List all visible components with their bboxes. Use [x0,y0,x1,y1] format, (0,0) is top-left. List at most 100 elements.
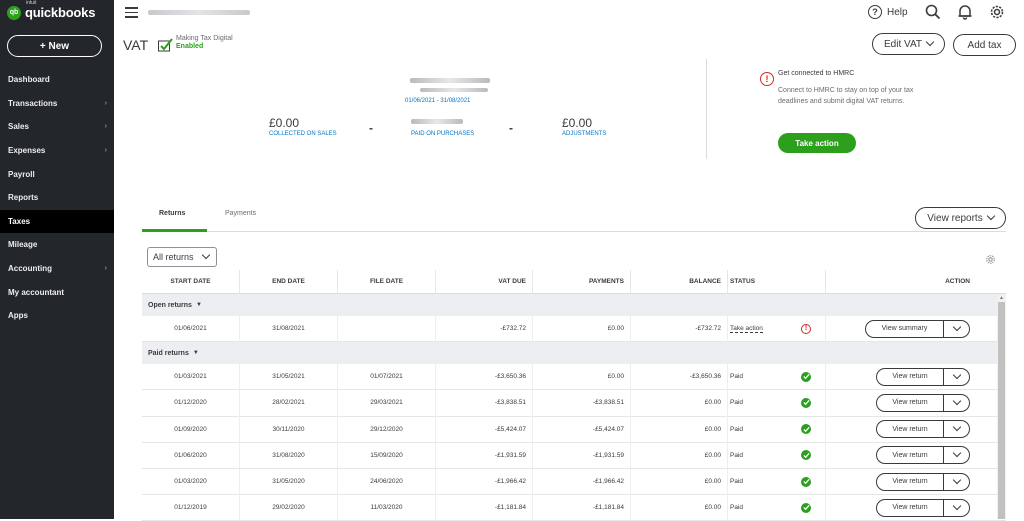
end-date-cell: 31/05/2020 [240,468,338,495]
vat-due-cell: -£1,966.42 [436,468,533,495]
end-date-cell: 31/08/2020 [240,442,338,469]
action-dropdown-button[interactable] [944,498,970,517]
view-return-button[interactable]: View return [876,446,944,465]
status-cell: Paid [728,442,826,469]
chevron-down-icon [925,37,935,47]
scrollbar-thumb[interactable] [998,302,1005,519]
sidebar-item-reports[interactable]: Reports [0,186,114,210]
paid-returns-label: Paid returns [148,349,189,357]
sidebar-item-sales[interactable]: Sales › [0,115,114,139]
header-balance[interactable]: BALANCE [631,269,728,294]
open-returns-rows: 01/06/2021 31/08/2021 -£732.72 £0.00 -£732.7… [142,315,1006,343]
warning-icon: ! [801,323,811,334]
table-row: 01/12/2019 29/02/2020 11/03/2020 -£1,181.84… [142,494,1006,521]
collected-label[interactable]: COLLECTED ON SALES [269,131,337,137]
hmrc-body: Connect to HMRC to stay on top of your t… [778,87,914,105]
scroll-up-icon[interactable]: ▲ [999,295,1004,301]
end-date-cell: 29/02/2020 [240,494,338,521]
action-cell: View return [826,469,996,495]
paid-returns-rows: 01/03/2021 31/05/2021 01/07/2021 -£3,650.36… [142,363,1006,521]
view-summary-button[interactable]: View summary [865,319,944,338]
sidebar-item-accounting[interactable]: Accounting › [0,257,114,281]
view-reports-button[interactable]: View reports [915,207,1006,229]
balance-cell: £0.00 [631,416,728,443]
vat-due-cell: -£5,424.07 [436,416,533,443]
action-dropdown-button[interactable] [944,319,970,338]
view-return-button[interactable]: View return [876,498,944,517]
header-payments[interactable]: PAYMENTS [533,269,631,294]
help-icon: ? [868,5,882,19]
returns-filter-select[interactable]: All returns [147,247,217,267]
open-returns-group[interactable]: Open returns ▼ [142,294,1006,316]
search-icon[interactable] [925,4,941,20]
table-row: 01/03/2021 31/05/2021 01/07/2021 -£3,650.36… [142,363,1006,391]
action-dropdown-button[interactable] [944,420,970,439]
file-date-cell [338,315,436,342]
sidebar-item-label: Payroll [8,169,35,179]
action-dropdown-button[interactable] [944,472,970,491]
status-cell: Paid [728,416,826,443]
chevron-down-icon [952,501,961,510]
payments-cell: £0.00 [533,315,631,342]
take-action-link[interactable]: Take action [730,325,763,333]
take-action-button[interactable]: Take action [778,133,856,153]
table-settings-gear-icon[interactable] [985,254,996,265]
bell-icon[interactable] [957,4,973,20]
balance-cell: -£732.72 [631,315,728,342]
view-return-button[interactable]: View return [876,472,944,491]
sidebar-item-dashboard[interactable]: Dashboard [0,68,114,92]
check-circle-icon [801,371,811,382]
view-return-button[interactable]: View return [876,367,944,386]
caret-down-icon: ▼ [195,302,202,308]
header-end-date[interactable]: END DATE [240,269,338,294]
sidebar-item-expenses[interactable]: Expenses › [0,139,114,163]
sidebar-item-taxes[interactable]: Taxes [0,209,114,234]
tab-payments[interactable]: Payments [225,210,256,217]
sidebar-item-apps[interactable]: Apps [0,304,114,328]
chevron-down-icon [952,396,961,406]
view-return-button[interactable]: View return [876,420,944,439]
payments-cell: -£1,931.59 [533,442,631,469]
vat-due-cell: -£1,181.84 [436,494,533,521]
table-scrollbar[interactable]: ▲ [997,294,1006,519]
vat-due-cell: -£3,650.36 [436,363,533,390]
paid-returns-group[interactable]: Paid returns ▼ [142,342,1006,365]
help-button[interactable]: ? Help [868,5,908,19]
vat-period[interactable]: 01/06/2021 - 31/08/2021 [405,98,470,104]
header-vat-due[interactable]: VAT DUE [436,269,533,294]
check-circle-icon [801,476,811,487]
action-dropdown-button[interactable] [944,367,970,386]
status-label: Paid [730,399,744,407]
sidebar-item-label: Apps [8,311,28,321]
minus-operator: - [509,121,513,135]
header-status[interactable]: STATUS [728,269,826,294]
sidebar-item-my-accountant[interactable]: My accountant [0,280,114,304]
header-start-date[interactable]: START DATE [142,269,240,294]
new-button[interactable]: + New [7,35,102,57]
edit-vat-button[interactable]: Edit VAT [872,33,945,55]
header-file-date[interactable]: FILE DATE [338,269,436,294]
tab-divider [142,231,1006,232]
gear-icon[interactable] [989,4,1005,20]
add-tax-button[interactable]: Add tax [953,34,1016,56]
top-bar: ? Help [114,0,1024,30]
status-cell: Paid [728,389,826,416]
sidebar-item-mileage[interactable]: Mileage [0,233,114,257]
view-return-button[interactable]: View return [876,393,944,412]
sidebar-item-payroll[interactable]: Payroll [0,162,114,186]
status-label: Paid [730,478,744,486]
mtd-label: Making Tax Digital [176,35,233,42]
menu-icon[interactable] [125,7,138,18]
adjustments-label[interactable]: ADJUSTMENTS [562,131,606,137]
quickbooks-logo[interactable]: qb quickbooks [7,5,95,20]
action-cell: View return [826,495,996,521]
company-name-redacted [148,10,250,15]
payments-cell: -£1,181.84 [533,494,631,521]
action-dropdown-button[interactable] [944,446,970,465]
paid-label[interactable]: PAID ON PURCHASES [411,131,474,137]
checkmark-icon [158,38,173,52]
page-title: VAT [123,37,149,53]
action-dropdown-button[interactable] [944,393,970,412]
tab-returns[interactable]: Returns [159,210,185,217]
sidebar-item-transactions[interactable]: Transactions › [0,92,114,116]
